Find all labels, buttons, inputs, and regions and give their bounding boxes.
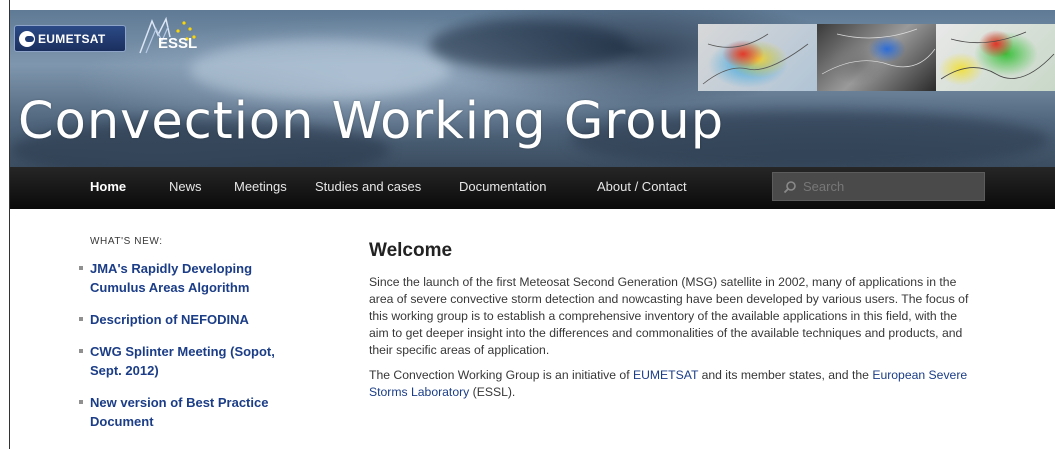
search-icon xyxy=(783,180,796,193)
sidebar-whats-new: WHAT'S NEW: JMA's Rapidly Developing Cum… xyxy=(79,236,309,444)
sidebar-heading: WHAT'S NEW: xyxy=(90,236,163,247)
news-list: JMA's Rapidly Developing Cumulus Areas A… xyxy=(79,259,309,431)
bullet-icon xyxy=(79,266,83,270)
list-item: New version of Best Practice Document xyxy=(79,393,309,431)
nav-item-studies-and-cases[interactable]: Studies and cases xyxy=(315,167,421,209)
page: EUMETSAT ESSL Convection Working Group H… xyxy=(0,0,1055,449)
eumetsat-logo[interactable]: EUMETSAT xyxy=(14,25,126,52)
initiative-paragraph: The Convection Working Group is an initi… xyxy=(369,367,969,401)
bullet-icon xyxy=(79,400,83,404)
essl-logo-text: ESSL xyxy=(158,35,198,52)
bullet-icon xyxy=(79,317,83,321)
map-lines xyxy=(702,33,809,85)
news-link-best-practice[interactable]: New version of Best Practice Document xyxy=(90,395,268,429)
satellite-image xyxy=(817,24,936,91)
page-title: Welcome xyxy=(369,240,453,261)
news-link-cwg-splinter[interactable]: CWG Splinter Meeting (Sopot, Sept. 2012) xyxy=(90,344,275,378)
eumetsat-link[interactable]: EUMETSAT xyxy=(633,368,698,382)
main-content: Welcome Since the launch of the first Me… xyxy=(369,240,969,409)
nav-item-home[interactable]: Home xyxy=(90,167,126,209)
intro-paragraph: Since the launch of the first Meteosat S… xyxy=(369,275,969,357)
eumetsat-logo-text: EUMETSAT xyxy=(38,31,106,46)
list-item: Description of NEFODINA xyxy=(79,310,309,329)
news-link-jma-rdca[interactable]: JMA's Rapidly Developing Cumulus Areas A… xyxy=(90,261,252,295)
satellite-image-strip xyxy=(698,24,1055,91)
satellite-image xyxy=(936,24,1055,91)
nav-item-meetings[interactable]: Meetings xyxy=(234,167,287,209)
nav-item-documentation[interactable]: Documentation xyxy=(459,167,546,209)
news-link-nefodina[interactable]: Description of NEFODINA xyxy=(90,312,249,327)
initiative-text-prefix: The Convection Working Group is an initi… xyxy=(369,368,633,382)
site-title[interactable]: Convection Working Group xyxy=(18,92,724,151)
nav-item-about-contact[interactable]: About / Contact xyxy=(597,167,687,209)
main-nav: Home News Meetings Studies and cases Doc… xyxy=(10,167,1055,209)
initiative-text-middle: and its member states, and the xyxy=(698,368,873,382)
bullet-icon xyxy=(79,349,83,353)
header-banner: EUMETSAT ESSL Convection Working Group xyxy=(10,10,1055,167)
eumetsat-swirl-icon xyxy=(19,30,35,47)
cloud-shape xyxy=(430,20,630,70)
list-item: CWG Splinter Meeting (Sopot, Sept. 2012) xyxy=(79,342,309,380)
initiative-text-suffix: (ESSL). xyxy=(469,385,516,399)
search-field[interactable] xyxy=(772,172,985,201)
list-item: JMA's Rapidly Developing Cumulus Areas A… xyxy=(79,259,309,297)
cloud-shape xyxy=(190,40,450,100)
satellite-image xyxy=(698,24,817,91)
map-lines xyxy=(821,28,936,75)
essl-logo[interactable]: ESSL xyxy=(132,15,202,55)
search-input[interactable] xyxy=(803,179,973,194)
nav-item-news[interactable]: News xyxy=(169,167,202,209)
map-lines xyxy=(940,31,1055,80)
